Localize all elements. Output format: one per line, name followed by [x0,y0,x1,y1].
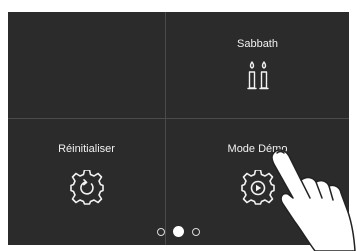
tile-empty [8,12,165,118]
page-indicator [8,226,349,237]
gear-reset-icon [69,170,104,205]
gear-play-icon [240,170,275,205]
demo-mode-label: Mode Démo [227,143,288,155]
sabbath-label: Sabbath [237,38,278,50]
page-dot-2-active[interactable] [173,226,184,237]
reset-label: Réinitialiser [58,143,115,155]
candles-icon [246,61,269,90]
page-dot-1[interactable] [157,227,165,236]
tile-sabbath[interactable]: Sabbath [166,12,349,118]
page-dot-3[interactable] [192,227,200,236]
control-panel-screen: Sabbath Réinitialiser Mode Démo [8,12,349,245]
